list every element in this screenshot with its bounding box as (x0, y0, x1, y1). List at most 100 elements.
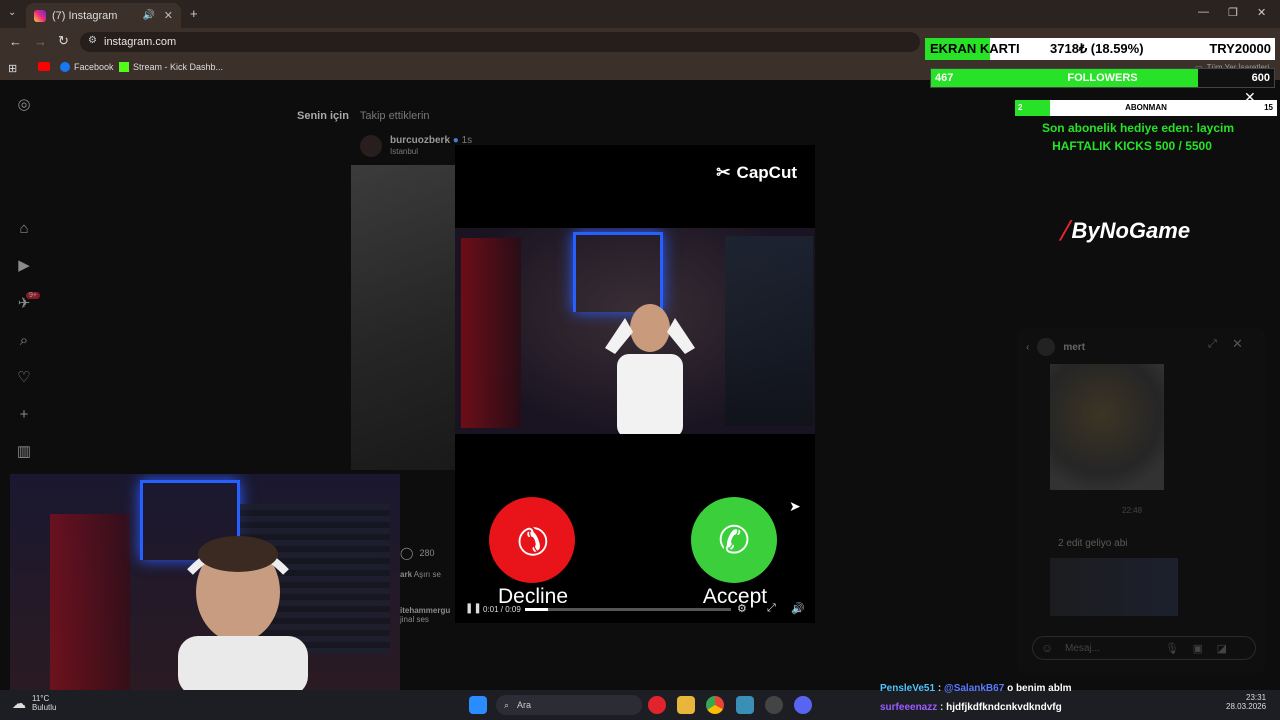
tab-audio-icon[interactable]: 🔊 (143, 10, 155, 21)
dm-avatar[interactable] (1037, 338, 1056, 356)
emoji-icon[interactable]: ☺ (1041, 641, 1053, 655)
chat-text: hjdfjkdfkndcnkvdkndvfg (946, 702, 1062, 713)
bookmark-label: Stream - Kick Dashb... (133, 62, 224, 72)
audio-label: jinal ses (400, 615, 429, 624)
forward-icon[interactable]: → (34, 34, 47, 49)
create-icon[interactable]: + (16, 407, 32, 423)
comment-count: 280 (419, 548, 435, 558)
back-icon[interactable]: ← (9, 34, 22, 49)
weather-widget[interactable]: ☁ 11°C Bulutlu (12, 694, 56, 712)
url-text: instagram.com (104, 36, 177, 48)
comment-icon[interactable]: ◯ (400, 546, 413, 560)
weather-desc: Bulutlu (32, 703, 57, 712)
comment-user[interactable]: ark (400, 570, 412, 579)
overlay-stream-mini (725, 236, 813, 426)
post-username[interactable]: burcuozberk (390, 135, 450, 146)
media-app-icon[interactable] (648, 696, 666, 714)
video-frame (455, 228, 815, 434)
ekran-karti-value: 3718₺ (18.59%) (1050, 41, 1144, 56)
instagram-logo-icon[interactable]: ◎ (16, 97, 32, 113)
apps-icon[interactable]: ⊞ (8, 62, 17, 75)
chat-user: surfeeenazz (880, 702, 938, 713)
capcut-watermark: ✂ CapCut (716, 163, 797, 183)
dm-username[interactable]: mert (1063, 342, 1085, 353)
file-explorer-icon[interactable] (677, 696, 695, 714)
new-tab-icon[interactable]: + (190, 6, 198, 21)
webcam-red-light (50, 514, 130, 690)
dm-expand-icon[interactable]: ⤢ (1208, 338, 1217, 351)
ekran-karti-goal-amount: TRY20000 (1209, 41, 1271, 56)
post-location[interactable]: Istanbul (390, 147, 418, 156)
chat-user: PensleVe51 (880, 683, 936, 694)
taskbar-search-icon: ⌕ (504, 699, 510, 710)
reload-icon[interactable]: ↻ (58, 33, 69, 49)
discord-icon[interactable] (794, 696, 812, 714)
bynogame-mark-icon: ⧸ (1060, 218, 1068, 243)
home-icon[interactable]: ⌂ (16, 221, 32, 237)
tab-for-you[interactable]: Senin için (297, 110, 349, 122)
obs-icon[interactable] (765, 696, 783, 714)
microphone-icon[interactable]: 🎙 (1165, 642, 1179, 655)
video-time: 0:01 / 0:09 (483, 605, 521, 614)
address-bar[interactable]: ⚙ instagram.com (80, 32, 920, 52)
site-info-icon[interactable]: ⚙ (88, 35, 97, 46)
taskbar-clock[interactable]: 23:31 28.03.2026 (1226, 693, 1266, 711)
dm-back-icon[interactable]: ‹ (1026, 342, 1029, 353)
volume-icon[interactable]: 🔊 (791, 602, 805, 615)
dashboard-icon[interactable]: ▥ (16, 444, 32, 460)
tab-following[interactable]: Takip ettiklerin (360, 110, 430, 122)
webcam-streamer-figure (178, 536, 308, 690)
phone-icon: ✆ (718, 519, 750, 562)
decline-button[interactable]: ✆ (489, 497, 575, 583)
accept-button[interactable]: ✆ (691, 497, 777, 583)
notifications-heart-icon[interactable]: ♡ (16, 370, 32, 386)
settings-app-icon[interactable] (736, 696, 754, 714)
dm-close-icon[interactable]: ✕ (1232, 336, 1243, 352)
dm-shared-image[interactable] (1050, 364, 1164, 490)
dm-timestamp: 22:48 (1122, 506, 1143, 515)
taskbar-search[interactable]: ⌕ Ara (496, 695, 642, 715)
followers-goal-amount: 600 (1251, 72, 1270, 84)
dm-input[interactable]: ☺ Mesaj... 🎙 ▣ ◪ (1032, 636, 1256, 660)
instagram-favicon-icon (34, 9, 46, 22)
sticker-icon[interactable]: ◪ (1217, 642, 1227, 655)
clock-time: 23:31 (1246, 693, 1267, 702)
notification-badge: 9+ (26, 292, 40, 299)
capcut-logo-icon: ✂ (716, 163, 731, 182)
pause-icon[interactable]: ❚❚ (465, 603, 482, 614)
audio-user[interactable]: itehammergu (400, 606, 450, 615)
bookmark-label: Facebook (74, 62, 114, 72)
chrome-icon[interactable] (706, 696, 724, 714)
gift-subscriber-text: Son abonelik hediye eden: laycim (1041, 121, 1235, 135)
image-icon[interactable]: ▣ (1193, 642, 1203, 655)
post-avatar[interactable] (360, 135, 382, 157)
video-controls: ❚❚ 0:01 / 0:09 ⚙ ⤢ 🔊 (455, 600, 815, 622)
settings-icon[interactable]: ⚙ (737, 602, 747, 615)
ekran-karti-label: EKRAN KARTI (930, 41, 1020, 56)
dm-header: ‹ mert (1026, 338, 1085, 356)
kick-icon (119, 62, 129, 72)
red-light (461, 238, 521, 428)
maximize-icon[interactable]: ❐ (1228, 6, 1238, 19)
video-player[interactable]: ✂ CapCut ✆ ✆ Decline Accept ❚❚ 0:01 / 0:… (455, 145, 815, 623)
dm-shared-video[interactable] (1050, 558, 1178, 616)
bookmark-youtube[interactable] (38, 62, 50, 71)
chat-text: o benim ablm (1007, 683, 1072, 694)
bookmark-kick[interactable]: Stream - Kick Dashb... (119, 62, 223, 72)
browser-tab[interactable]: (7) Instagram 🔊 ✕ (26, 3, 181, 28)
search-icon[interactable]: ⌕ (16, 333, 32, 349)
close-window-icon[interactable]: ✕ (1257, 6, 1266, 19)
windows-start-icon[interactable] (469, 696, 487, 714)
post-image[interactable] (351, 165, 455, 470)
minimize-icon[interactable]: — (1198, 6, 1209, 18)
bookmark-facebook[interactable]: Facebook (60, 62, 114, 72)
video-progress-bar[interactable] (525, 608, 731, 611)
chat-message: PensleVe51 : @SalankB67 o benim ablm (880, 683, 1072, 694)
reels-icon[interactable]: ▶ (16, 258, 32, 274)
chat-mention: @SalankB67 (943, 683, 1005, 694)
fullscreen-icon[interactable]: ⤢ (767, 602, 776, 615)
post-comment-stats: ◯ 280 (400, 546, 434, 560)
tab-close-icon[interactable]: ✕ (164, 9, 173, 22)
tab-list-icon[interactable]: ⌄ (8, 7, 16, 18)
abonman-label: ABONMAN (1125, 103, 1167, 112)
